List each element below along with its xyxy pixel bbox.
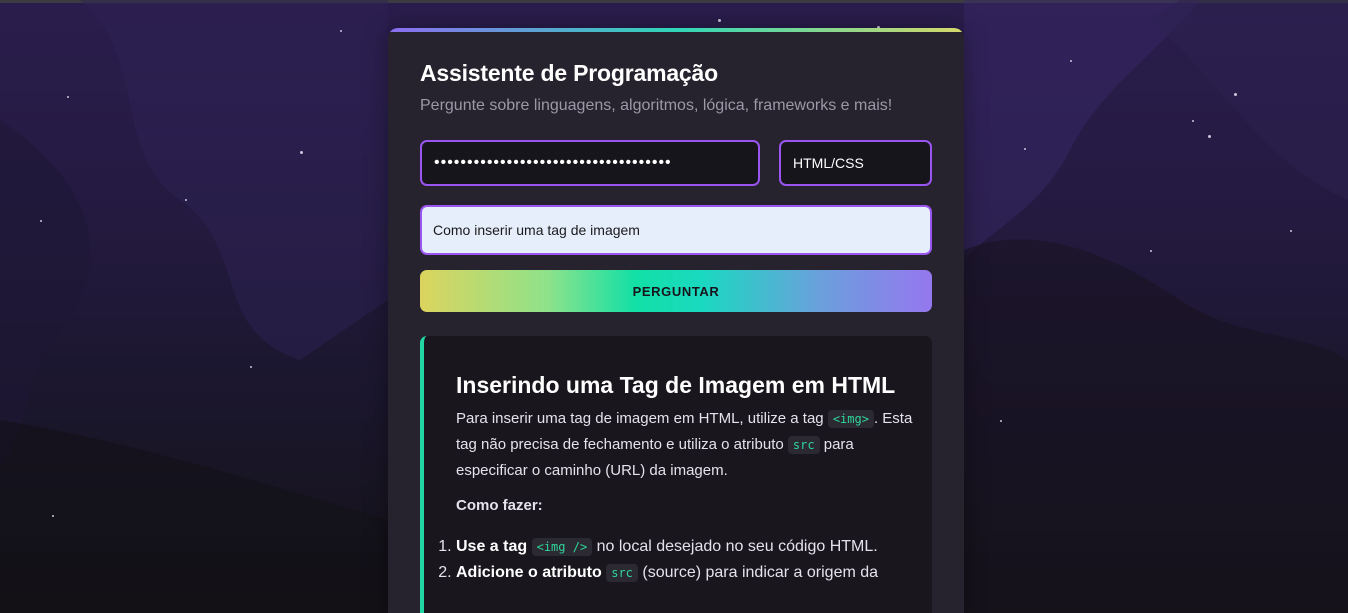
star: [300, 151, 303, 154]
steps-list: Use a tag <img /> no local desejado no s…: [436, 534, 926, 586]
step-bold: Adicione o atributo: [456, 564, 602, 581]
star: [1234, 93, 1237, 96]
star: [1000, 420, 1002, 422]
star: [718, 19, 721, 22]
question-value: Como inserir uma tag de imagem: [433, 222, 640, 238]
star: [1150, 250, 1152, 252]
inline-code: <img />: [531, 538, 593, 556]
api-key-value: ••••••••••••••••••••••••••••••••••••: [434, 154, 672, 171]
language-input[interactable]: HTML/CSS: [779, 140, 932, 186]
step-text: no local desejado no seu código HTML.: [596, 538, 878, 555]
answer-title: Inserindo uma Tag de Imagem em HTML: [456, 372, 896, 398]
step-text: (source) para indicar a origem da: [642, 564, 879, 581]
inline-code-src: src: [787, 436, 820, 454]
star: [1070, 60, 1072, 62]
star: [1290, 230, 1292, 232]
star: [250, 366, 252, 368]
page-title: Assistente de Programação: [420, 60, 718, 86]
page-subtitle: Pergunte sobre linguagens, algoritmos, l…: [420, 97, 893, 114]
answer-intro: Para inserir uma tag de imagem em HTML, …: [456, 406, 926, 483]
howto-label: Como fazer:: [456, 497, 543, 514]
answer-panel: Inserindo uma Tag de Imagem em HTML Para…: [420, 336, 932, 613]
star: [1192, 120, 1194, 122]
star: [185, 199, 187, 201]
star: [67, 96, 69, 98]
language-value: HTML/CSS: [793, 155, 864, 171]
step-item: Adicione o atributo src (source) para in…: [456, 560, 926, 586]
ask-button-label: PERGUNTAR: [632, 283, 720, 299]
star: [1208, 135, 1211, 138]
step-item: Use a tag <img /> no local desejado no s…: [456, 534, 926, 560]
star: [340, 30, 342, 32]
step-bold: Use a tag: [456, 538, 528, 555]
inline-code: src: [606, 564, 638, 582]
star: [52, 515, 54, 517]
api-key-input[interactable]: ••••••••••••••••••••••••••••••••••••: [420, 140, 760, 186]
star: [1024, 148, 1026, 150]
card-gradient-bar: [388, 28, 964, 32]
ask-button[interactable]: PERGUNTAR: [420, 270, 932, 312]
assistant-card: Assistente de Programação Pergunte sobre…: [388, 28, 964, 613]
star: [40, 220, 42, 222]
inline-code-img: <img>: [827, 410, 874, 428]
answer-intro-text-1: Para inserir uma tag de imagem em HTML, …: [456, 410, 824, 427]
question-input[interactable]: Como inserir uma tag de imagem: [420, 205, 932, 255]
